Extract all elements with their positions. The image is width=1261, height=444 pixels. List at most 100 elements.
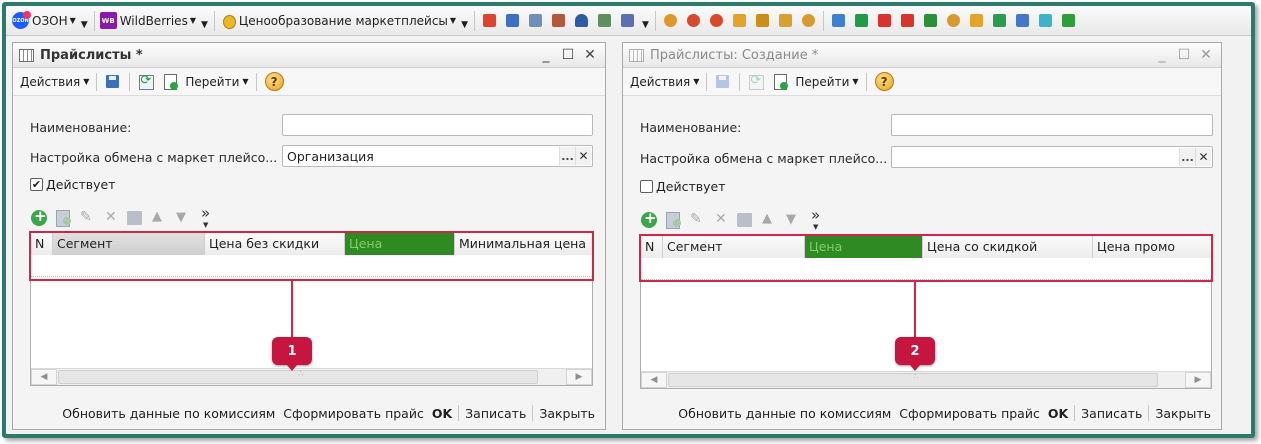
download-icon[interactable] [921, 11, 940, 30]
active-checkbox-row[interactable]: ✔ Действует [30, 177, 115, 192]
pricelist-create-window[interactable]: Прайслисты: Создание * _ ☐ ✕ Действия ▼ … [622, 42, 1222, 430]
save-button[interactable]: Записать [461, 406, 530, 421]
close-button[interactable]: Закрыть [1151, 406, 1215, 421]
close-icon[interactable]: ✕ [1197, 47, 1215, 63]
bank-icon[interactable] [753, 11, 772, 30]
name-input[interactable] [891, 114, 1213, 136]
scroll-thumb[interactable] [668, 372, 1158, 387]
column-header-min-price[interactable]: Минимальная цена [455, 233, 592, 255]
actions-menu-button[interactable]: Действия ▼ [17, 71, 92, 93]
maximize-icon[interactable]: ☐ [1175, 47, 1193, 63]
column-header-segment[interactable]: Сегмент [663, 236, 805, 258]
new-document-icon[interactable] [771, 73, 789, 91]
clear-icon[interactable]: ✕ [1195, 148, 1211, 166]
refresh-list-icon[interactable] [1036, 11, 1055, 30]
document-icon[interactable] [1013, 11, 1032, 30]
scroll-left-icon[interactable]: ◀ [641, 372, 667, 388]
move-up-icon[interactable] [150, 209, 168, 227]
wildberries-menu[interactable]: WB WildBerries ▼ [98, 9, 198, 33]
maximize-icon[interactable]: ☐ [559, 47, 577, 63]
column-header-price[interactable]: Цена [345, 233, 455, 255]
select-button[interactable]: ... [1179, 148, 1195, 166]
table-row[interactable] [31, 255, 592, 277]
close-icon[interactable]: ✕ [581, 47, 599, 63]
invoice-icon[interactable] [967, 11, 986, 30]
active-checkbox[interactable]: ✔ [30, 178, 43, 191]
window-titlebar[interactable]: Прайслисты: Создание * _ ☐ ✕ [623, 43, 1221, 68]
save-button[interactable]: Записать [1077, 406, 1146, 421]
save-icon[interactable] [736, 211, 754, 229]
ok-button[interactable]: OK [1044, 406, 1072, 421]
users-icon[interactable] [572, 11, 591, 30]
move-down-icon[interactable] [784, 211, 802, 229]
move-down-icon[interactable] [174, 209, 192, 227]
ok-button[interactable]: OK [428, 406, 456, 421]
update-commissions-button[interactable]: Обновить данные по комиссиям [58, 406, 279, 421]
goto-menu-button[interactable]: Перейти ▼ [182, 71, 251, 93]
column-header-price-no-discount[interactable]: Цена без скидки [205, 233, 345, 255]
close-button[interactable]: Закрыть [535, 406, 599, 421]
dropdown-arrow-icon[interactable]: ▼ [81, 20, 88, 30]
copy-row-icon[interactable] [664, 211, 682, 229]
table-icon[interactable] [595, 11, 614, 30]
sync-icon[interactable] [898, 11, 917, 30]
edit-icon[interactable] [688, 211, 706, 229]
currency-icon[interactable] [799, 11, 818, 30]
select-button[interactable]: ... [559, 147, 575, 165]
catalog-icon[interactable] [480, 11, 499, 30]
table-row[interactable] [641, 258, 1211, 280]
transfer-icon[interactable] [990, 11, 1009, 30]
window-titlebar[interactable]: Прайслисты * _ ☐ ✕ [13, 43, 605, 68]
dropdown-arrow-icon[interactable]: ▼ [201, 20, 208, 30]
column-header-n[interactable]: N [31, 233, 53, 255]
scroll-right-icon[interactable]: ▶ [566, 369, 592, 385]
delete-icon[interactable] [102, 209, 120, 227]
column-header-promo-price[interactable]: Цена промо [1093, 236, 1211, 258]
add-item-icon[interactable] [1059, 11, 1078, 30]
scroll-thumb[interactable] [58, 369, 538, 384]
delete-icon[interactable] [712, 211, 730, 229]
column-header-price[interactable]: Цена [805, 236, 923, 258]
chart-icon[interactable] [618, 11, 637, 30]
scroll-right-icon[interactable]: ▶ [1185, 372, 1211, 388]
column-header-price-discounted[interactable]: Цена со скидкой [923, 236, 1093, 258]
print-icon[interactable] [526, 11, 545, 30]
save-close-icon[interactable] [104, 73, 122, 91]
clear-icon[interactable]: ✕ [575, 147, 591, 165]
name-input[interactable] [282, 114, 593, 136]
ozon-menu[interactable]: OZON ОЗОН ▼ [10, 9, 78, 33]
edit-icon[interactable] [78, 209, 96, 227]
documents-icon[interactable] [503, 11, 522, 30]
horizontal-scrollbar[interactable]: ◀ ▶ [31, 368, 592, 385]
refresh-icon[interactable] [747, 73, 765, 91]
add-row-icon[interactable] [30, 207, 48, 227]
report-icon[interactable] [549, 11, 568, 30]
add-row-icon[interactable] [640, 209, 658, 229]
coins-stack-icon[interactable] [730, 11, 749, 30]
actions-menu-button[interactable]: Действия ▼ [627, 71, 702, 93]
exchange-setting-input[interactable]: Организация ... ✕ [282, 145, 593, 167]
dropdown-arrow-icon[interactable]: ▼ [642, 20, 649, 30]
horizontal-scrollbar[interactable]: ◀ ▶ [641, 371, 1211, 388]
copy-row-icon[interactable] [54, 209, 72, 227]
discount-icon[interactable] [707, 11, 726, 30]
generate-pricelist-button[interactable]: Сформировать прайс [279, 406, 428, 421]
active-checkbox[interactable] [640, 180, 653, 193]
update-commissions-button[interactable]: Обновить данные по комиссиям [674, 406, 895, 421]
save-close-icon[interactable] [714, 73, 732, 91]
pricing-menu[interactable]: Ценообразование маркетплейсы ▼ [218, 9, 458, 33]
export-icon[interactable] [829, 11, 848, 30]
dropdown-arrow-icon[interactable]: ▼ [461, 20, 468, 30]
column-header-n[interactable]: N [641, 236, 663, 258]
import-icon[interactable] [852, 11, 871, 30]
price-table[interactable]: N Сегмент Цена Цена со скидкой Цена пром… [640, 235, 1212, 389]
more-actions-icon[interactable] [808, 206, 824, 231]
move-up-icon[interactable] [760, 211, 778, 229]
active-checkbox-row[interactable]: Действует [640, 179, 725, 194]
help-icon[interactable]: ? [264, 72, 284, 91]
refresh-icon[interactable] [137, 73, 155, 91]
save-icon[interactable] [126, 209, 144, 227]
money-settings-icon[interactable] [661, 11, 680, 30]
new-document-icon[interactable] [161, 73, 179, 91]
price-tag-icon[interactable] [684, 11, 703, 30]
